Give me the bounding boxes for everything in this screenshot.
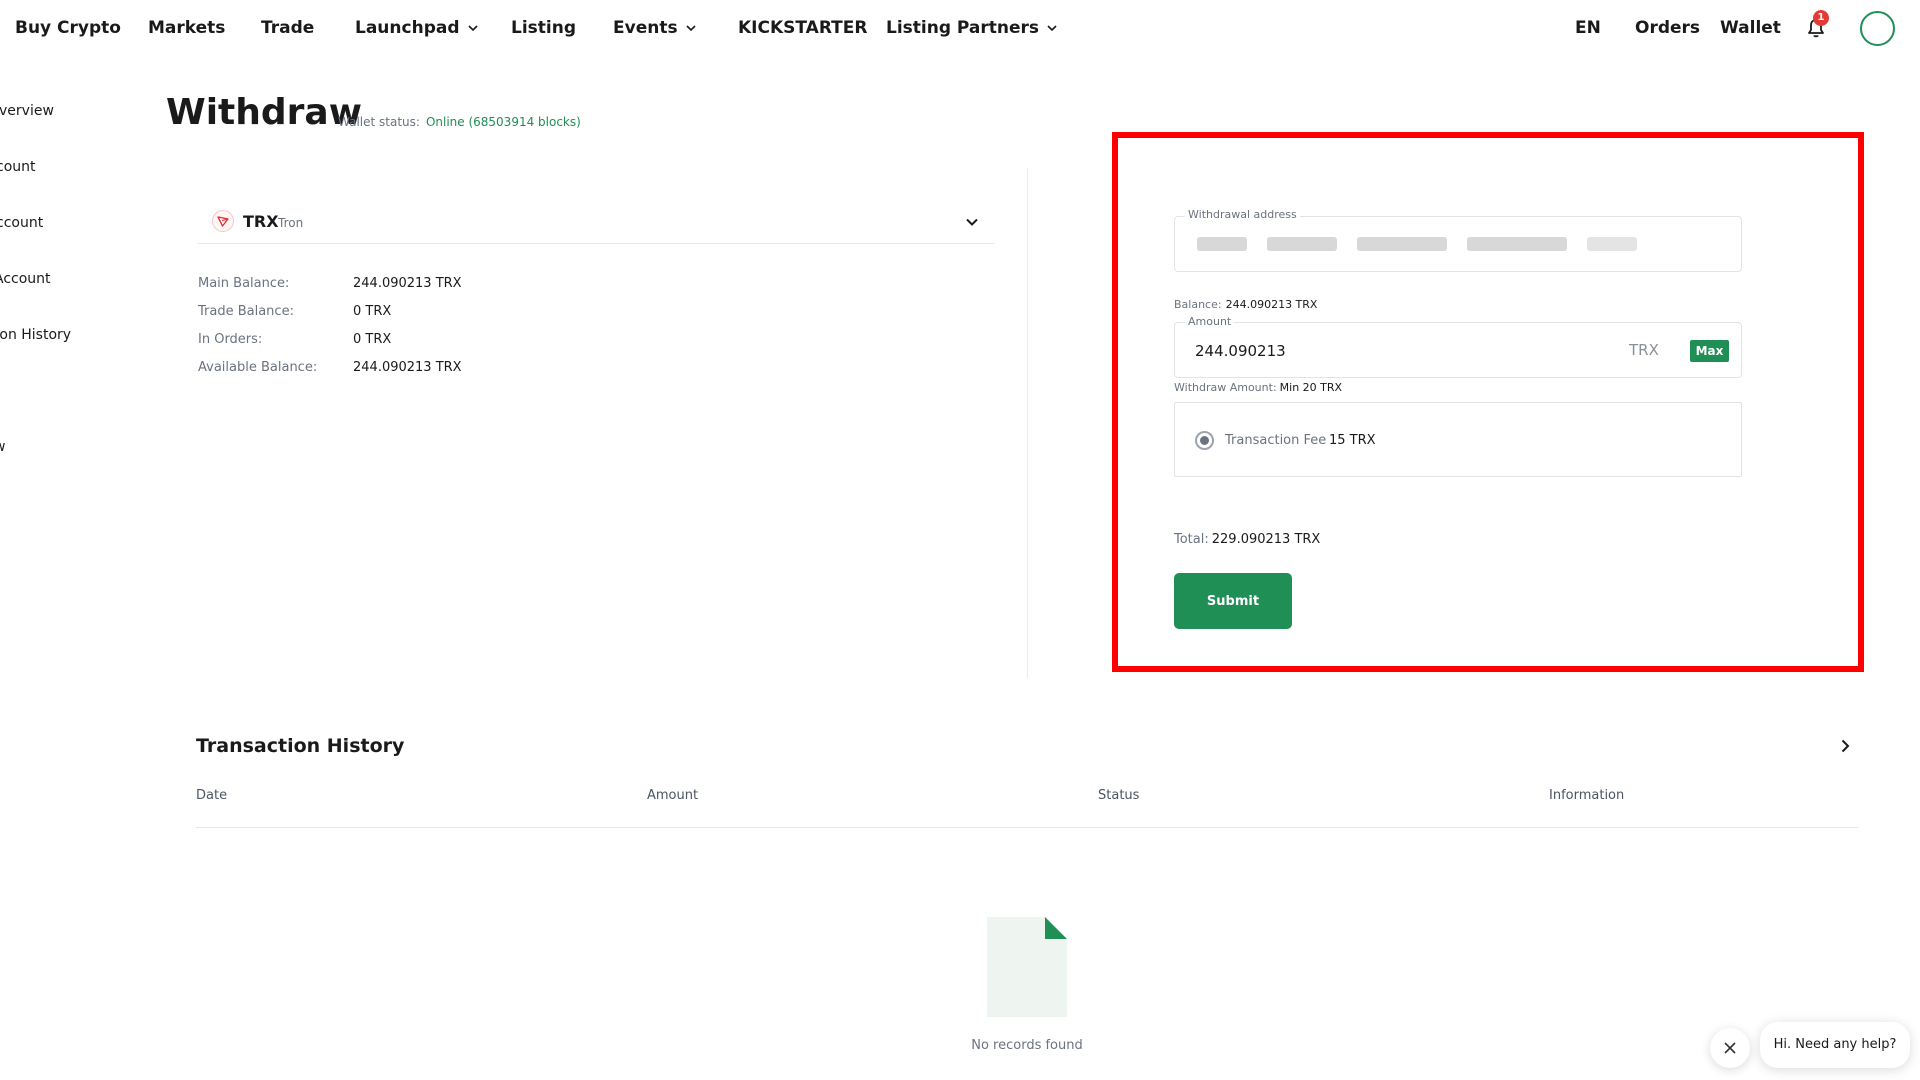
radio-selected-dot [1200,436,1209,445]
sidebar-item-withdraw[interactable]: w [0,439,5,455]
withdrawal-address-label: Withdrawal address [1185,208,1300,221]
transaction-history-title: Transaction History [196,735,405,757]
redacted-address [1467,237,1567,251]
sidebar-item-transaction-history[interactable]: tion History [0,327,71,343]
help-chat-bubble[interactable]: Hi. Need any help? [1760,1022,1910,1068]
panel-divider [1027,168,1028,678]
amount-unit: TRX [1629,341,1659,359]
balance-label: Main Balance: [198,276,290,291]
tron-logo-icon [212,210,234,232]
balance-label: In Orders: [198,332,263,347]
total-value: 229.090213 TRX [1211,532,1321,547]
column-header-status: Status [1098,788,1140,803]
withdraw-amount-value: Min 20 TRX [1279,381,1343,394]
wallet-status-value: Online (68503914 blocks) [425,115,581,129]
nav-launchpad-label: Launchpad [355,18,460,38]
transaction-fee-option[interactable]: Transaction Fee 15 TRX [1174,402,1742,477]
chevron-down-icon [1047,17,1057,39]
withdraw-amount-line: Withdraw Amount: Min 20 TRX [1174,381,1342,394]
redacted-address [1267,237,1337,251]
nav-events-label: Events [613,18,678,38]
top-navigation: Buy Crypto Markets Trade Launchpad Listi… [0,0,1920,56]
balance-value: 0 TRX [353,304,392,319]
nav-kickstarter[interactable]: KICKSTARTER [738,17,867,39]
chevron-down-icon [686,17,696,39]
amount-input[interactable] [1195,339,1575,363]
withdraw-amount-label: Withdraw Amount: [1174,381,1277,394]
chevron-right-icon[interactable] [1836,737,1854,755]
chevron-down-icon [467,17,478,39]
avatar[interactable] [1860,11,1895,46]
total-line: Total: 229.090213 TRX [1174,532,1320,547]
nav-markets[interactable]: Markets [148,17,225,39]
fee-value: 15 TRX [1329,433,1376,448]
form-balance-line: Balance: 244.090213 TRX [1174,298,1317,311]
column-header-information: Information [1549,788,1625,803]
empty-state-text: No records found [971,1038,1083,1053]
coin-symbol: TRX [243,212,279,231]
chat-close-button[interactable] [1710,1028,1750,1068]
redacted-address [1587,237,1637,251]
submit-button[interactable]: Submit [1174,573,1292,629]
balance-value: 0 TRX [353,332,392,347]
form-balance-value: 244.090213 TRX [1225,298,1318,311]
coin-selector[interactable]: TRX Tron [198,200,994,244]
wallet-status-label: Wallet status: [338,115,420,129]
fee-radio-button[interactable] [1195,431,1214,450]
total-label: Total: [1174,532,1209,547]
fee-label: Transaction Fee [1225,433,1327,448]
balance-value: 244.090213 TRX [353,360,462,375]
nav-launchpad[interactable]: Launchpad [355,17,478,39]
empty-document-icon [987,917,1067,1017]
chevron-down-icon [964,214,980,230]
wallet-status: Wallet status: Online (68503914 blocks) [338,115,581,129]
sidebar-item-account-1[interactable]: count [0,159,36,175]
language-selector[interactable]: EN [1575,17,1601,39]
nav-listing-partners[interactable]: Listing Partners [886,17,1057,39]
balance-label: Trade Balance: [198,304,294,319]
amount-label: Amount [1185,315,1235,328]
form-balance-label: Balance: [1174,298,1222,311]
redacted-address [1197,237,1247,251]
nav-orders[interactable]: Orders [1635,17,1700,39]
nav-listing[interactable]: Listing [511,17,576,39]
balance-value: 244.090213 TRX [353,276,462,291]
sidebar-item-account-3[interactable]: Account [0,271,51,287]
nav-trade[interactable]: Trade [261,17,314,39]
nav-listing-partners-label: Listing Partners [886,18,1040,38]
amount-field[interactable]: TRX Max [1174,322,1742,378]
coin-name: Tron [278,216,304,230]
nav-wallet[interactable]: Wallet [1720,17,1781,39]
balance-label: Available Balance: [198,360,318,375]
redacted-address [1357,237,1447,251]
page-title: Withdraw [166,92,362,133]
withdrawal-address-field[interactable] [1174,216,1742,272]
max-button[interactable]: Max [1690,340,1729,362]
column-header-date: Date [196,788,228,803]
column-header-amount: Amount [647,788,699,803]
nav-buy-crypto[interactable]: Buy Crypto [15,17,121,39]
table-header-divider [196,827,1858,828]
close-icon [1724,1042,1736,1054]
notification-badge: 1 [1813,10,1829,26]
sidebar-item-account-2[interactable]: ccount [0,215,43,231]
sidebar-item-overview[interactable]: Overview [0,103,54,119]
nav-events[interactable]: Events [613,17,696,39]
